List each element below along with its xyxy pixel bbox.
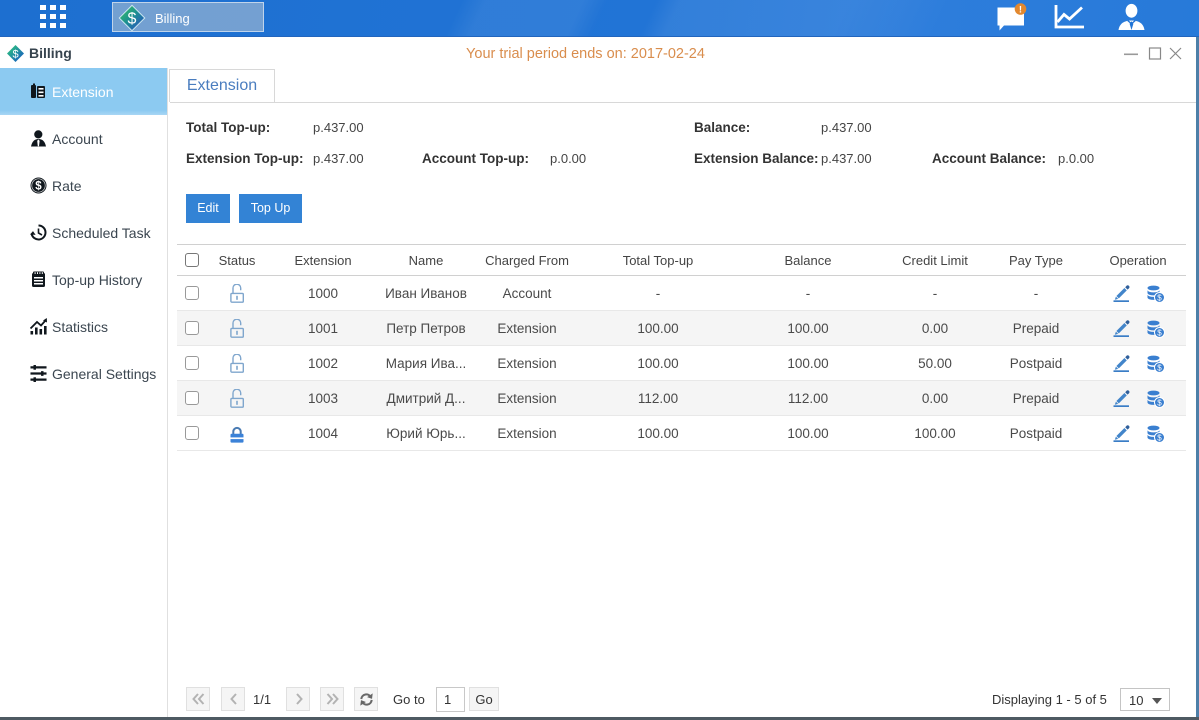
svg-text:$: $ bbox=[35, 181, 42, 193]
svg-text:$: $ bbox=[1157, 329, 1162, 338]
svg-text:$: $ bbox=[1157, 294, 1162, 303]
svg-text:!: ! bbox=[1019, 5, 1022, 16]
svg-text:$: $ bbox=[1157, 434, 1162, 443]
svg-text:$: $ bbox=[1157, 364, 1162, 373]
svg-text:$: $ bbox=[128, 11, 137, 28]
svg-text:$: $ bbox=[1157, 399, 1162, 408]
